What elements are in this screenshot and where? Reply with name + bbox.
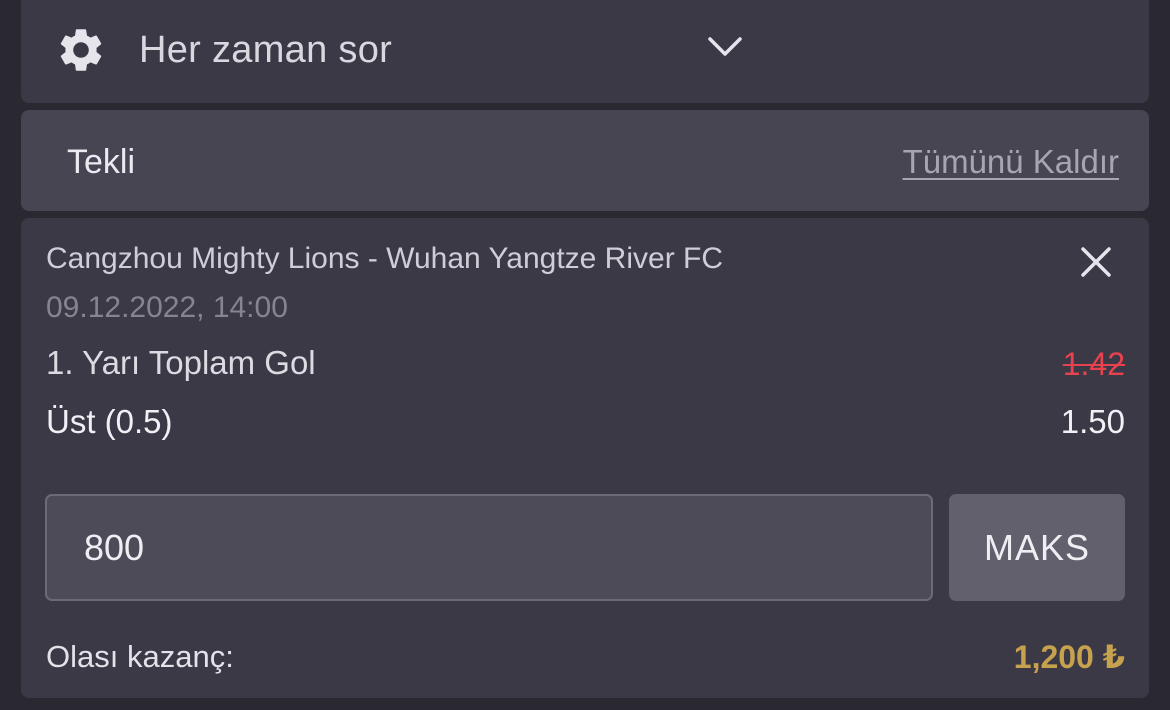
match-date: 09.12.2022, 14:00	[46, 291, 288, 324]
remove-all-link[interactable]: Tümünü Kaldır	[903, 142, 1119, 182]
gear-icon	[60, 29, 102, 71]
potential-win-label: Olası kazanç:	[46, 639, 234, 674]
odds-setting-label: Her zaman sor	[139, 29, 393, 71]
bet-type-label: Tekli	[67, 143, 136, 181]
bet-selection-card: Cangzhou Mighty Lions - Wuhan Yangtze Ri…	[21, 218, 1149, 698]
match-name: Cangzhou Mighty Lions - Wuhan Yangtze Ri…	[46, 242, 724, 275]
stake-input[interactable]	[45, 494, 933, 601]
betslip-header: Tekli Tümünü Kaldır	[21, 110, 1149, 211]
previous-odds: 1.42	[1062, 346, 1125, 382]
market-name: 1. Yarı Toplam Gol	[46, 344, 316, 381]
max-stake-button[interactable]: MAKS	[949, 494, 1125, 601]
chevron-down-icon	[708, 37, 742, 56]
current-odds: 1.50	[1060, 403, 1125, 440]
outcome-name: Üst (0.5)	[46, 403, 173, 440]
odds-change-dropdown[interactable]: Her zaman sor	[21, 0, 1149, 103]
potential-win-amount: 1,200 ₺	[1013, 639, 1125, 675]
close-icon[interactable]	[1076, 242, 1116, 282]
